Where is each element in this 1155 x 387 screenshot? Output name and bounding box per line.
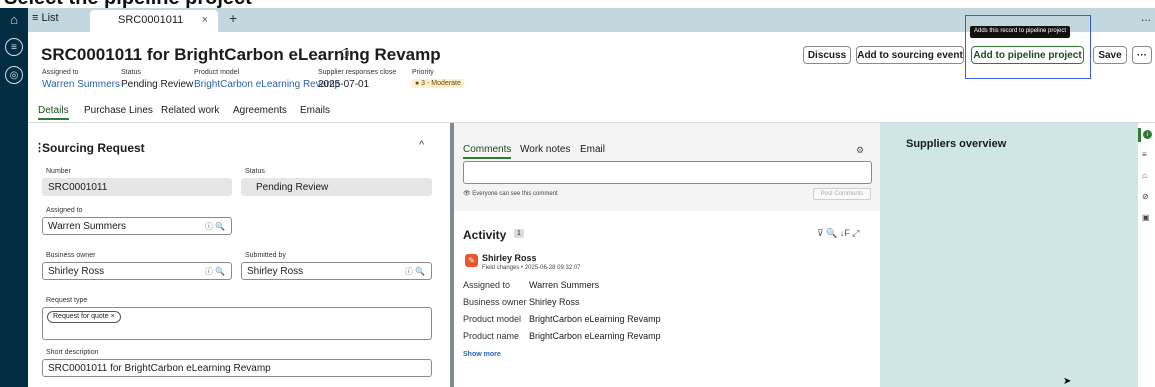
banner-text: Select the pipeline project — [4, 0, 252, 8]
subtab-details[interactable]: Details — [38, 105, 69, 120]
assigned-to-value: Warren Summers — [48, 221, 126, 232]
home-icon[interactable]: ⌂ — [5, 10, 23, 28]
request-type-chip[interactable]: Request for quote × — [47, 311, 121, 323]
meta-label-assigned: Assigned to — [42, 69, 79, 76]
tab-work-notes[interactable]: Work notes — [520, 144, 570, 155]
tab-comments[interactable]: Comments — [463, 144, 512, 159]
activity-row: Business owner Shirley Ross — [463, 297, 580, 307]
status-field: Pending Review — [241, 178, 432, 196]
document-icon[interactable]: ▣ — [1142, 213, 1150, 222]
meta-assigned-to[interactable]: Warren Summers — [42, 79, 120, 90]
number-field: SRC0001011 — [42, 178, 232, 196]
lookup-icon[interactable]: ⓘ 🔍 — [405, 266, 425, 277]
close-icon[interactable]: × — [202, 14, 208, 26]
post-comments-button[interactable]: Post Comments — [813, 188, 871, 200]
tab-list[interactable]: ≡ List — [32, 12, 59, 24]
comment-input[interactable] — [463, 161, 872, 184]
activity-author: Shirley Ross — [482, 253, 537, 263]
more-tabs-icon[interactable]: ... — [1141, 10, 1151, 24]
meta-supplier-close: 2025-07-01 — [318, 79, 370, 90]
sourcing-request-form: ⋮ Sourcing Request ^ Number SRC0001011 S… — [28, 123, 450, 387]
subtab-related-work[interactable]: Related work — [161, 105, 219, 116]
request-type-field[interactable]: Request for quote × — [42, 307, 432, 340]
graduation-icon[interactable]: ⌂ — [1142, 171, 1147, 180]
owner-label: Business owner — [46, 252, 96, 259]
submitted-label: Submitted by — [245, 252, 286, 259]
record-main: SRC0001011 for BrightCarbon eLearning Re… — [28, 15, 1155, 387]
activity-title: Activity — [463, 228, 507, 242]
priority-badge: ● 3 - Moderate — [412, 79, 464, 88]
status-label: Status — [245, 168, 265, 175]
suppliers-overview-title: Suppliers overview — [906, 138, 1007, 150]
request-type-label: Request type — [46, 297, 88, 304]
meta-label-supplier-close: Supplier responses close — [318, 69, 397, 76]
mouse-cursor-icon: ➤ — [1063, 376, 1072, 387]
number-label: Number — [46, 168, 71, 175]
business-owner-value: Shirley Ross — [48, 266, 105, 277]
save-button[interactable]: Save — [1093, 46, 1127, 64]
activity-row: Product model BrightCarbon eLearning Reva… — [463, 314, 661, 324]
record-title: SRC0001011 for BrightCarbon eLearning Re… — [41, 45, 441, 64]
add-to-sourcing-event-button[interactable]: Add to sourcing event — [856, 46, 964, 64]
meta-label-status: Status — [121, 69, 141, 76]
section-title: Sourcing Request — [42, 141, 145, 155]
highlight-annotation — [965, 15, 1091, 79]
activity-meta: Field changes • 2025-06-28 09:32:07 — [482, 265, 581, 271]
lookup-icon[interactable]: ⓘ 🔍 — [205, 266, 225, 277]
pipeline-tooltip: Adds this record to pipeline project — [970, 26, 1071, 38]
tab-record[interactable]: SRC0001011 × — [90, 10, 218, 32]
short-description-field[interactable]: SRC0001011 for BrightCarbon eLearning Re… — [42, 359, 432, 377]
left-nav-rail: ⌂ ≡ ◎ — [0, 8, 28, 387]
settings-icon[interactable]: ⚙ — [856, 145, 864, 156]
rail-active-indicator — [1138, 128, 1141, 142]
tab-email[interactable]: Email — [580, 144, 605, 155]
submitted-by-value: Shirley Ross — [247, 266, 304, 277]
lookup-icon[interactable]: ⓘ 🔍 — [205, 221, 225, 232]
activity-count-badge: 1 — [514, 229, 524, 238]
activity-row: Assigned to Warren Summers — [463, 280, 600, 290]
subtab-agreements[interactable]: Agreements — [233, 105, 287, 116]
right-rail: i ≡ ⌂ ⊘ ▣ — [1137, 123, 1155, 387]
more-actions-button[interactable]: ··· — [1132, 46, 1152, 64]
tag-icon[interactable]: ⬡ — [340, 47, 350, 60]
collapse-icon[interactable]: ^ — [419, 139, 424, 151]
business-owner-field[interactable]: Shirley Ross ⓘ 🔍 — [42, 262, 232, 280]
attachment-icon[interactable]: ⊘ — [1142, 192, 1149, 201]
meta-label-priority: Priority — [412, 69, 434, 76]
suppliers-overview-panel: Suppliers overview ➤ — [880, 123, 1137, 387]
meta-label-product-model: Product model — [194, 69, 240, 76]
activity-card: Activity 1 ⊽ 🔍 ↓F ⤢ ✎ Shirley Ross Field… — [454, 211, 880, 387]
assigned-label: Assigned to — [46, 207, 83, 214]
list-icon[interactable]: ≡ — [1142, 150, 1147, 159]
short-desc-label: Short description — [46, 349, 99, 356]
submitted-by-field[interactable]: Shirley Ross ⓘ 🔍 — [241, 262, 432, 280]
workspace-icon[interactable]: ◎ — [5, 66, 23, 84]
add-tab-icon[interactable]: + — [229, 10, 237, 26]
subtab-purchase-lines[interactable]: Purchase Lines — [84, 105, 153, 116]
visibility-note: 👁 Everyone can see this comment — [463, 191, 558, 197]
assigned-to-field[interactable]: Warren Summers ⓘ 🔍 — [42, 217, 232, 235]
instruction-banner: Select the pipeline project — [0, 0, 1155, 8]
discuss-button[interactable]: Discuss — [803, 46, 851, 64]
tab-record-label: SRC0001011 — [118, 14, 184, 26]
activity-row: Product name BrightCarbon eLearning Revam… — [463, 331, 661, 341]
meta-status: Pending Review — [121, 79, 194, 90]
edit-icon: ✎ — [465, 254, 478, 267]
activity-toolbar-icons[interactable]: ⊽ 🔍 ↓F ⤢ — [817, 228, 860, 239]
show-more-link[interactable]: Show more — [463, 351, 501, 358]
info-icon[interactable]: i — [1143, 130, 1152, 139]
subtab-emails[interactable]: Emails — [300, 105, 330, 116]
activity-panel: Comments Work notes Email ⚙ 👁 Everyone c… — [454, 123, 880, 387]
menu-icon[interactable]: ≡ — [5, 38, 23, 56]
